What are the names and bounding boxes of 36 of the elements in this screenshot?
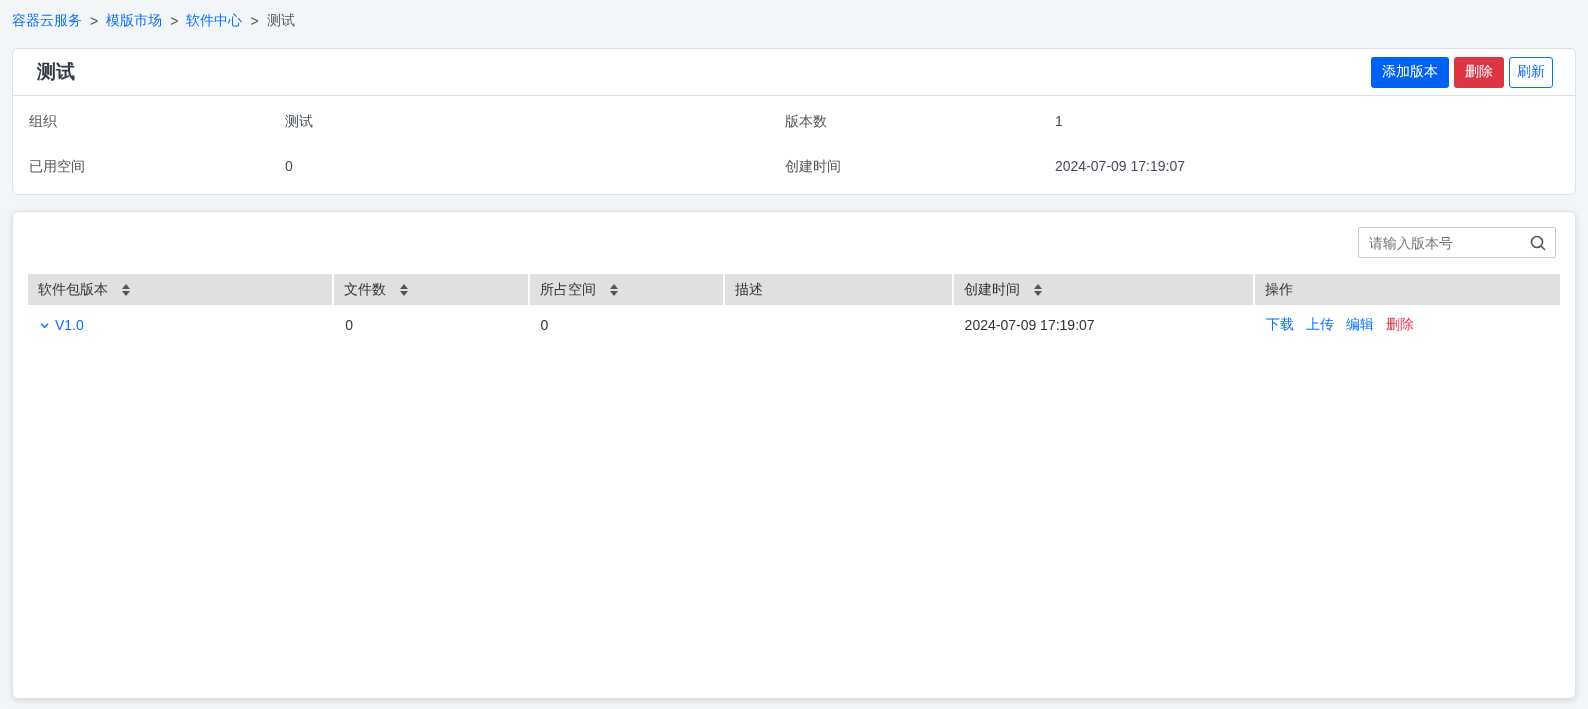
table-cell: 0: [540, 317, 549, 333]
breadcrumb-item[interactable]: 容器云服务: [12, 12, 82, 30]
action-button[interactable]: 刷新: [1509, 56, 1553, 88]
column-header[interactable]: 所占空间: [528, 274, 724, 305]
column-header[interactable]: 描述: [723, 274, 953, 305]
breadcrumb-item[interactable]: 软件中心: [186, 12, 243, 30]
search-field[interactable]: 请输入版本号: [1358, 227, 1556, 258]
field-value: 0: [285, 158, 294, 176]
field-label: 版本数: [785, 113, 828, 131]
chevron-icon[interactable]: [40, 320, 49, 330]
field-value: 2024-07-09 17:19:07: [1055, 158, 1186, 176]
table-cell: 0: [345, 317, 353, 333]
field-value: 1: [1055, 113, 1064, 131]
breadcrumb-separator: >: [170, 13, 179, 29]
search-icon: [1530, 235, 1546, 251]
breadcrumb-separator: >: [90, 13, 99, 29]
field-label: 创建时间: [785, 158, 842, 176]
breadcrumb-item[interactable]: 测试: [266, 12, 295, 30]
column-header[interactable]: 创建时间: [952, 274, 1254, 305]
breadcrumb-item[interactable]: 模版市场: [106, 12, 163, 30]
row-action-link[interactable]: 上传: [1305, 316, 1334, 334]
action-button[interactable]: 删除: [1454, 56, 1504, 88]
version-link[interactable]: V1.0: [40, 317, 84, 334]
row-action-link[interactable]: 编辑: [1345, 316, 1374, 334]
table-cell: 2024-07-09 17:19:07: [964, 317, 1095, 333]
column-header[interactable]: 文件数: [333, 274, 529, 305]
action-button[interactable]: 添加版本: [1371, 56, 1449, 88]
row-action-link[interactable]: 删除: [1385, 316, 1414, 334]
field-value: 测试: [285, 113, 314, 131]
breadcrumb-separator: >: [250, 13, 259, 29]
column-header[interactable]: 软件包版本: [28, 274, 334, 305]
row-action-link[interactable]: 下载: [1265, 316, 1294, 334]
detail-title: 测试: [37, 60, 75, 84]
column-header[interactable]: 操作: [1253, 274, 1560, 305]
field-label: 已用空间: [29, 158, 86, 176]
field-label: 组织: [29, 113, 58, 131]
